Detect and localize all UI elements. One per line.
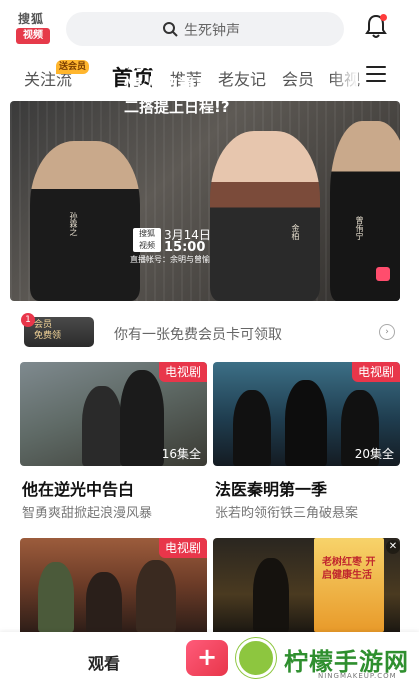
banner-logo-top: 搜狐 [139,229,155,238]
logo-top-text: 搜狐 [18,12,45,26]
watermark-logo [236,638,276,678]
search-placeholder: 生死钟声 [184,23,240,39]
watermark-url: NINGMAKEUP.COM [318,672,397,680]
banner-pagination [344,290,381,309]
banner-title-line3: 二搭提上日程!? [124,98,230,116]
category-tag: 电视剧 [158,362,207,382]
heart-icon [376,267,390,281]
vip-promo-row[interactable]: 1 会员 免费领 你有一张免费会员卡可领取 › [21,313,396,351]
banner-time: 15:00 [164,240,206,255]
logo-bottom-text: 视频 [16,28,50,44]
banner-logo-bottom: 视频 [139,241,155,250]
video-thumbnail[interactable]: 电视剧 16集全 [20,362,207,466]
vip-card-count: 1 [21,313,35,327]
video-subtitle: 智勇爽甜掀起浪漫风暴 [22,506,153,521]
tabs-fade [330,58,358,94]
banner-name-center: 金柏 [291,224,300,240]
vip-card-icon: 1 会员 免费领 [21,313,94,347]
chevron-right-icon[interactable]: › [379,324,395,340]
search-icon [163,22,178,37]
banner-live-account: 直播帐号：余明与曾愉 [130,255,210,264]
banner-logo: 搜狐 视频 [133,228,161,252]
tab-friends[interactable]: 老友记 [218,66,266,90]
video-title[interactable]: 他在逆光中告白 [22,476,134,500]
banner-name-left: 孙霖之 [69,212,78,236]
bottom-nav: 观看 + 柠檬手游网 NINGMAKEUP.COM [0,632,419,687]
banner-name-right: 曾侑宁 [355,216,364,240]
episode-count: 20集全 [354,447,394,461]
create-button[interactable]: + [186,640,228,676]
menu-icon[interactable] [366,66,386,84]
banner-actress-center [210,131,320,301]
notification-dot [380,14,387,21]
search-bar[interactable]: 生死钟声 [66,12,344,46]
video-card[interactable]: 电视剧 [20,538,207,632]
banner-actor-left [30,141,140,301]
video-card[interactable]: 电视剧 16集全 他在逆光中告白 智勇爽甜掀起浪漫风暴 [20,362,207,521]
hero-banner[interactable] [10,101,400,301]
video-subtitle: 张若昀领衔铁三角破悬案 [215,506,359,521]
ad-product-image[interactable] [314,538,384,632]
video-card[interactable]: 电视剧 20集全 法医秦明第一季 张若昀领衔铁三角破悬案 [213,362,400,521]
video-thumbnail[interactable]: 电视剧 20集全 [213,362,400,466]
vip-promo-text: 你有一张免费会员卡可领取 [114,327,282,343]
close-icon[interactable]: ✕ [386,540,400,554]
ad-text: 老树红枣 开启健康生活 [322,557,376,581]
vip-card-label: 会员 免费领 [34,320,62,341]
nav-watch[interactable]: 观看 [88,650,120,674]
category-tag: 电视剧 [351,362,400,382]
vip-gift-badge: 送会员 [56,60,90,74]
episode-count: 16集全 [161,447,201,461]
banner-title-line2: 情人节重案 [124,76,214,97]
tab-vip[interactable]: 会员 [282,66,314,90]
category-tag: 电视剧 [158,538,207,558]
video-title[interactable]: 法医秦明第一季 [215,476,327,500]
video-thumbnail[interactable]: 电视剧 [20,538,207,632]
app-logo[interactable]: 搜狐 视频 [14,10,58,46]
